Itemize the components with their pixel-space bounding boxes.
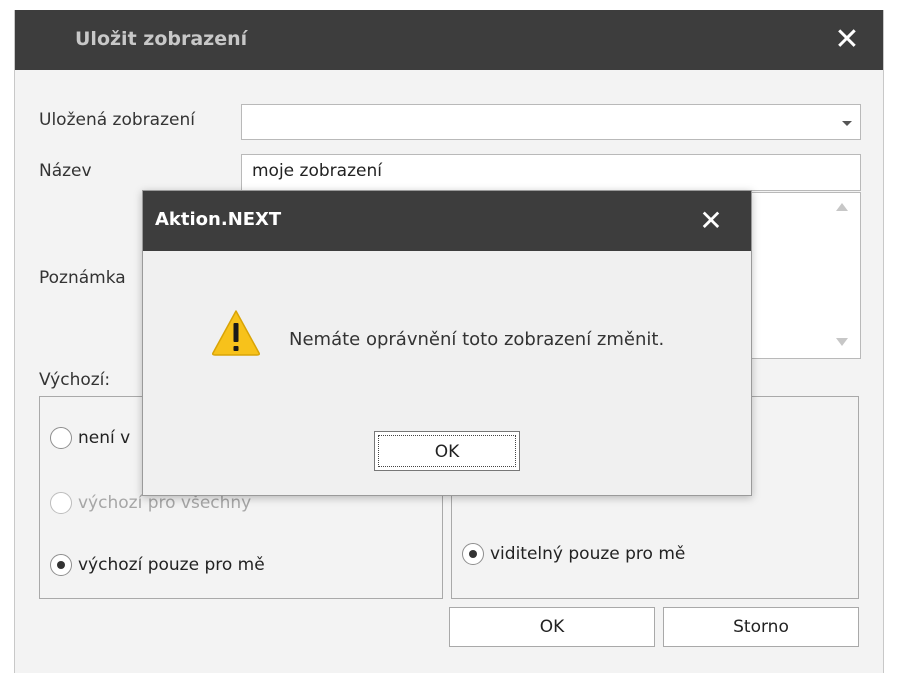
radio-icon[interactable] bbox=[462, 543, 484, 565]
message-text: Nemáte oprávnění toto zobrazení změnit. bbox=[289, 329, 665, 350]
scroll-up-icon[interactable] bbox=[836, 203, 848, 211]
radio-default-for-me[interactable]: výchozí pouze pro mě bbox=[50, 554, 265, 576]
ok-button[interactable]: OK bbox=[449, 607, 655, 647]
saved-views-label: Uložená zobrazení bbox=[39, 110, 195, 130]
note-label: Poznámka bbox=[39, 268, 126, 288]
radio-label: výchozí pro všechny bbox=[78, 493, 252, 513]
name-label: Název bbox=[39, 161, 92, 181]
radio-icon[interactable] bbox=[50, 427, 72, 449]
radio-visible-for-me[interactable]: viditelný pouze pro mě bbox=[462, 543, 685, 565]
dialog-title: Uložit zobrazení bbox=[75, 28, 248, 50]
message-box: Aktion.NEXT ✕ Nemáte oprávnění toto zobr… bbox=[142, 190, 752, 496]
radio-icon[interactable] bbox=[50, 554, 72, 576]
warning-icon bbox=[212, 310, 260, 356]
saved-views-combobox[interactable] bbox=[241, 104, 861, 140]
message-box-title: Aktion.NEXT bbox=[155, 209, 282, 230]
message-ok-label: OK bbox=[378, 435, 516, 467]
radio-not-default[interactable]: není v bbox=[50, 427, 130, 449]
close-icon[interactable]: ✕ bbox=[693, 203, 729, 239]
close-icon[interactable]: ✕ bbox=[829, 22, 865, 58]
default-label: Výchozí: bbox=[39, 370, 111, 390]
name-value: moje zobrazení bbox=[252, 161, 382, 181]
radio-label: výchozí pouze pro mě bbox=[78, 555, 265, 575]
scroll-down-icon[interactable] bbox=[836, 338, 848, 346]
chevron-down-icon[interactable] bbox=[842, 121, 852, 126]
radio-label: viditelný pouze pro mě bbox=[490, 544, 686, 564]
message-box-titlebar: Aktion.NEXT ✕ bbox=[143, 191, 751, 251]
cancel-button[interactable]: Storno bbox=[663, 607, 859, 647]
radio-label: není v bbox=[78, 428, 131, 448]
name-field[interactable]: moje zobrazení bbox=[241, 154, 861, 191]
dialog-titlebar: Uložit zobrazení ✕ bbox=[15, 10, 883, 70]
message-ok-button[interactable]: OK bbox=[374, 431, 520, 471]
radio-icon bbox=[50, 492, 72, 514]
